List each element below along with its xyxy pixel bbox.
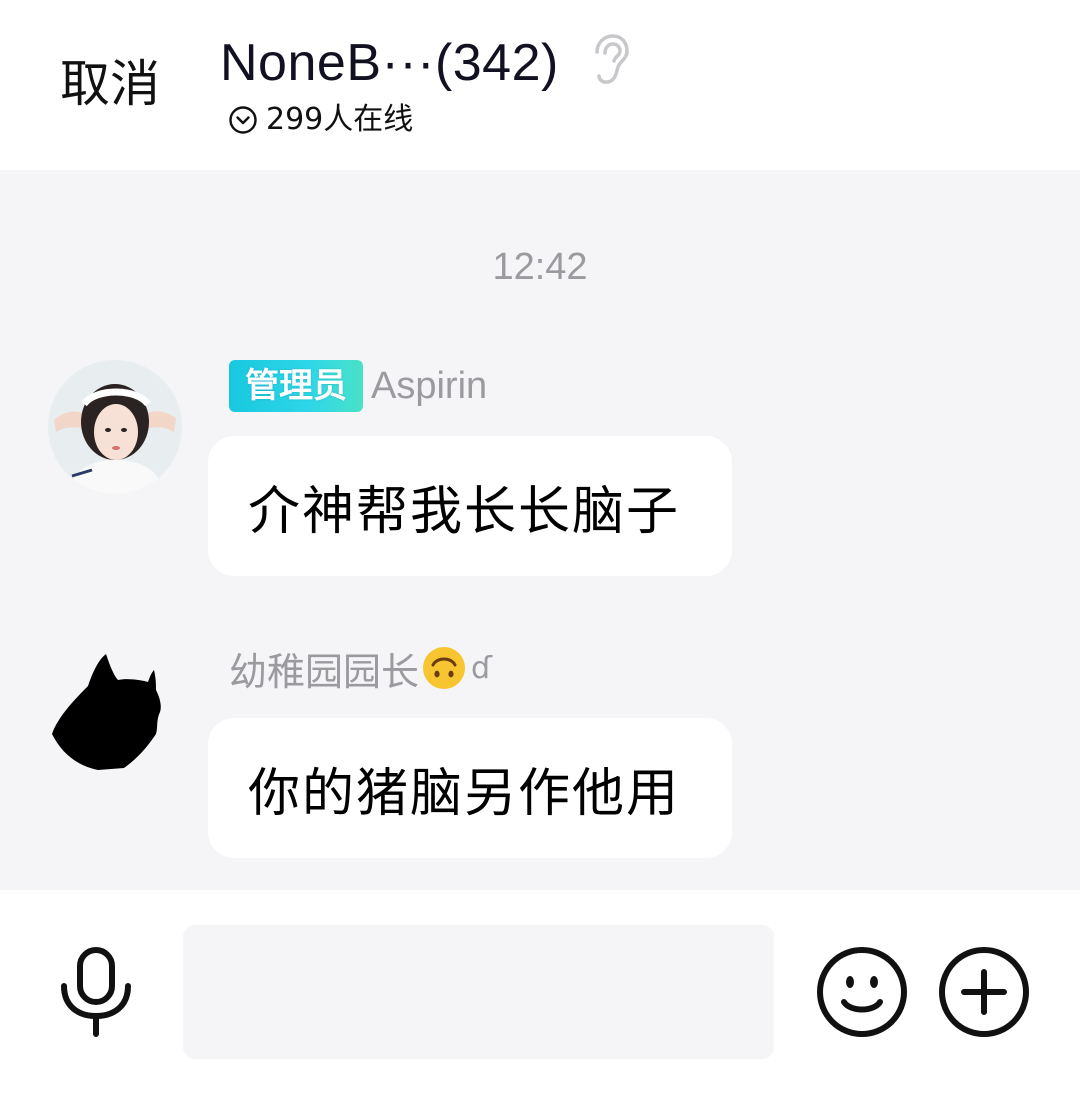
avatar-photo [48,360,182,494]
message-text: 你的猪脑另作他用 [248,763,681,824]
plus-circle-icon[interactable] [938,946,1030,1038]
message-list[interactable]: 12:42 管理员 Aspirin 介神帮我长长脑子 幼稚园园长 ɗ 你的猪脑另… [0,170,1080,890]
online-status[interactable]: 299人在线 [228,98,413,142]
sender-row: 幼稚园园长 ɗ [229,640,492,696]
smiley-icon[interactable] [816,946,908,1038]
chevron-down-circle-icon [229,106,257,134]
input-bar [0,890,1080,1094]
message-text: 介神帮我长长脑子 [248,481,681,542]
message-timestamp: 12:42 [492,246,588,288]
microphone-icon[interactable] [58,946,134,1038]
avatar[interactable] [48,360,182,494]
group-title[interactable]: NoneB···(342) [220,28,559,98]
message-input[interactable] [183,925,774,1059]
sender-name-suffix: ɗ [471,650,492,686]
cancel-button[interactable]: 取消 [60,52,160,116]
message-bubble[interactable]: 你的猪脑另作他用 [208,718,732,858]
avatar[interactable] [48,646,182,780]
sender-row: 管理员 Aspirin [229,358,487,414]
ear-icon[interactable] [583,32,631,88]
black-cat-silhouette [52,654,161,770]
title-row[interactable]: NoneB···(342) [220,28,631,98]
chat-header: 取消 NoneB···(342) 299人在线 [0,0,1080,170]
sender-name[interactable]: Aspirin [371,365,487,408]
admin-badge: 管理员 [229,360,363,412]
online-count: 299人在线 [266,102,414,137]
sender-name[interactable]: 幼稚园园长 [229,641,419,696]
upside-down-face-emoji [423,647,466,689]
message-bubble[interactable]: 介神帮我长长脑子 [208,436,732,576]
